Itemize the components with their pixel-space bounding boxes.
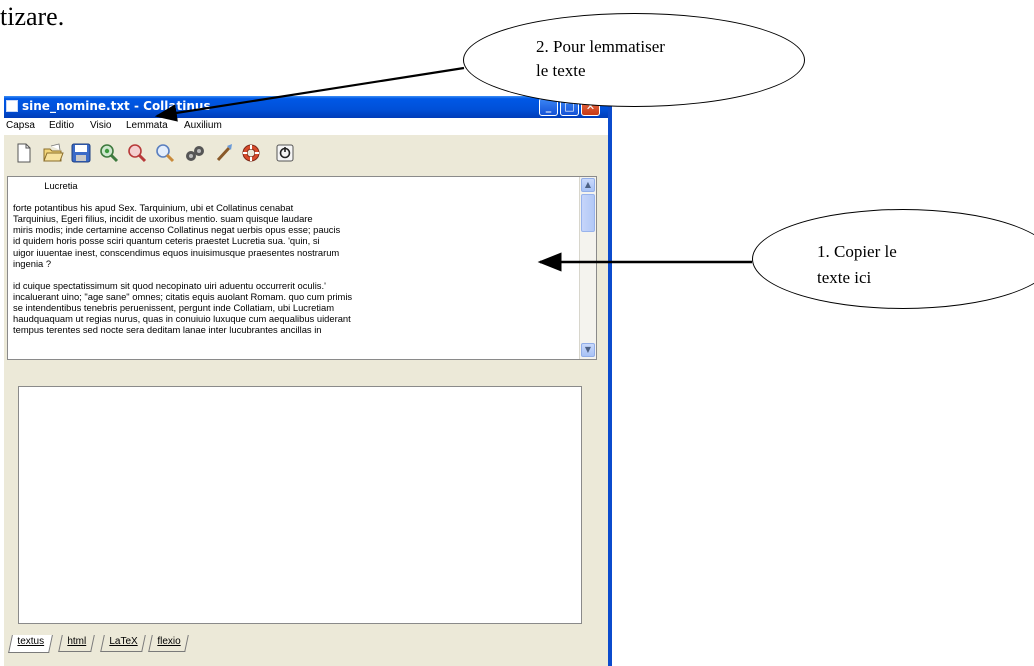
lifebuoy-icon[interactable] bbox=[240, 142, 262, 164]
menu-bar: Capsa Editio Visio Lemmata Auxilium bbox=[4, 118, 608, 135]
annotation-lemmatize-line1: 2. Pour lemmatiser bbox=[536, 37, 665, 56]
pane-splitter[interactable] bbox=[4, 362, 608, 372]
scroll-down-icon[interactable]: ▼ bbox=[581, 343, 595, 357]
annotation-copy-line1: 1. Copier le bbox=[817, 242, 897, 261]
annotation-copy-line2: texte ici bbox=[817, 268, 872, 287]
search-icon[interactable] bbox=[154, 142, 176, 164]
lemmatize-all-icon[interactable] bbox=[98, 142, 120, 164]
tab-textus[interactable]: textus bbox=[8, 635, 53, 653]
annotation-lemmatize-line2: le texte bbox=[536, 61, 586, 80]
window-edge bbox=[608, 96, 612, 666]
latin-text-content: Lucretia forte potantibus his apud Sex. … bbox=[13, 180, 353, 336]
output-area[interactable] bbox=[18, 386, 582, 624]
new-file-icon[interactable] bbox=[12, 142, 34, 164]
title-bar[interactable]: sine_nomine.txt - Collatinus _ □ ✕ bbox=[4, 96, 608, 118]
app-icon bbox=[6, 100, 18, 112]
menu-lemmata[interactable]: Lemmata bbox=[126, 120, 168, 131]
power-icon[interactable] bbox=[274, 142, 296, 164]
brush-icon[interactable] bbox=[212, 142, 234, 164]
binoculars-icon[interactable] bbox=[184, 142, 206, 164]
menu-visio[interactable]: Visio bbox=[90, 120, 112, 131]
collatinus-window: sine_nomine.txt - Collatinus _ □ ✕ Capsa… bbox=[4, 96, 610, 666]
open-folder-icon[interactable] bbox=[42, 142, 64, 164]
tab-flexio[interactable]: flexio bbox=[148, 635, 190, 652]
save-icon[interactable] bbox=[70, 142, 92, 164]
menu-editio[interactable]: Editio bbox=[49, 120, 74, 131]
toolbar bbox=[4, 135, 608, 173]
vertical-scrollbar[interactable]: ▲ ▼ bbox=[579, 177, 596, 359]
document-text-fragment: tizare. bbox=[0, 2, 65, 31]
text-input-area[interactable]: Lucretia forte potantibus his apud Sex. … bbox=[7, 176, 597, 360]
lemmatize-icon[interactable] bbox=[126, 142, 148, 164]
menu-auxilium[interactable]: Auxilium bbox=[184, 120, 222, 131]
scrollbar-thumb[interactable] bbox=[581, 194, 595, 232]
scroll-up-icon[interactable]: ▲ bbox=[581, 178, 595, 192]
tab-html[interactable]: html bbox=[58, 635, 95, 652]
annotation-bubble-lemmatize bbox=[463, 13, 805, 107]
window-title: sine_nomine.txt - Collatinus bbox=[22, 99, 211, 113]
menu-capsa[interactable]: Capsa bbox=[6, 120, 35, 131]
tab-latex[interactable]: LaTeX bbox=[100, 635, 147, 652]
